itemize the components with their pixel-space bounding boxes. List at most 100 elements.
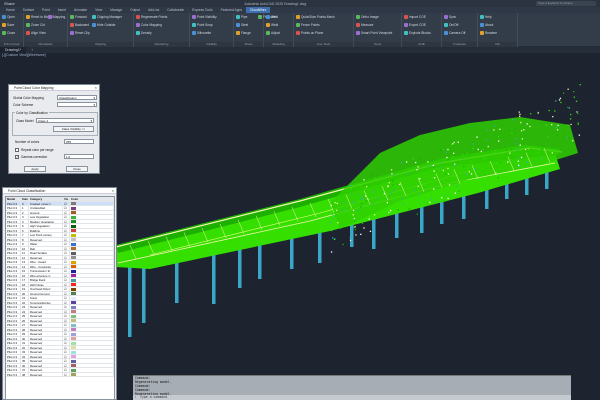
visibility-checkbox[interactable]: ☑ bbox=[63, 251, 70, 255]
close-button[interactable]: Close bbox=[66, 166, 88, 172]
ribbon-button-steel[interactable]: Steel bbox=[236, 23, 248, 27]
num-colors-input[interactable]: 255 bbox=[64, 139, 94, 144]
color-cell[interactable] bbox=[70, 345, 114, 349]
ribbon-button-flange[interactable]: Flange bbox=[236, 31, 251, 35]
ribbon-button-silhouette[interactable]: Silhouette bbox=[192, 31, 211, 35]
color-cell[interactable] bbox=[70, 305, 114, 309]
ribbon-button-weld[interactable]: Weld bbox=[266, 15, 278, 19]
color-cell[interactable] bbox=[70, 224, 114, 228]
ribbon-button-measure[interactable]: Measure bbox=[356, 23, 373, 27]
ribbon-button-point-visibility[interactable]: Point Visibility bbox=[192, 15, 217, 19]
visibility-checkbox[interactable]: ☑ bbox=[63, 260, 70, 264]
visibility-checkbox[interactable]: ☑ bbox=[63, 206, 70, 210]
ribbon-button-close[interactable]: Close bbox=[2, 31, 15, 35]
ribbon-button-zoom-cld[interactable]: Zoom Cld bbox=[26, 23, 45, 27]
visibility-checkbox[interactable]: ☑ bbox=[63, 300, 70, 304]
color-cell[interactable] bbox=[70, 291, 114, 295]
color-cell[interactable] bbox=[70, 233, 114, 237]
color-cell[interactable] bbox=[70, 228, 114, 232]
color-cell[interactable] bbox=[70, 341, 114, 345]
visibility-checkbox[interactable]: ☑ bbox=[63, 291, 70, 295]
ribbon-button-camera-off[interactable]: Camera Off bbox=[444, 31, 465, 35]
ribbon-button-mapping[interactable]: Mapping bbox=[48, 15, 65, 19]
color-cell[interactable] bbox=[70, 269, 114, 273]
visibility-checkbox[interactable]: ☑ bbox=[63, 372, 70, 376]
visibility-checkbox[interactable]: ☑ bbox=[63, 224, 70, 228]
visibility-checkbox[interactable]: ☑ bbox=[63, 336, 70, 340]
color-cell[interactable] bbox=[70, 264, 114, 268]
class-model-select[interactable]: Class 4 ▾ bbox=[36, 118, 94, 123]
class-visibility-button[interactable]: Class Visibility >> bbox=[53, 126, 94, 132]
ribbon-button-color-mapping[interactable]: Color Mapping bbox=[136, 23, 162, 27]
visibility-checkbox[interactable]: ☑ bbox=[63, 215, 70, 219]
ribbon-button-open[interactable]: Open bbox=[2, 15, 15, 19]
visibility-checkbox[interactable]: ☑ bbox=[63, 201, 70, 205]
ribbon-button-point-snap[interactable]: Point Snap bbox=[192, 23, 213, 27]
visibility-checkbox[interactable]: ☑ bbox=[63, 318, 70, 322]
color-cell[interactable] bbox=[70, 237, 114, 241]
color-cell[interactable] bbox=[70, 327, 114, 331]
visibility-checkbox[interactable]: ☑ bbox=[63, 327, 70, 331]
color-cell[interactable] bbox=[70, 359, 114, 363]
classification-table[interactable]: Model Index Category Vis Color Pilot 0.3 0 Crea… bbox=[5, 196, 115, 400]
visibility-checkbox[interactable]: ☑ bbox=[63, 278, 70, 282]
color-cell[interactable] bbox=[70, 219, 114, 223]
color-cell[interactable] bbox=[70, 210, 114, 214]
visibility-checkbox[interactable]: ☑ bbox=[63, 345, 70, 349]
color-cell[interactable] bbox=[70, 215, 114, 219]
ribbon-button-fence-points[interactable]: Fence Points bbox=[296, 23, 320, 27]
visibility-checkbox[interactable]: ☑ bbox=[63, 368, 70, 372]
color-cell[interactable] bbox=[70, 336, 114, 340]
ribbon-button-density[interactable]: Density bbox=[136, 31, 152, 35]
color-mapping-select[interactable]: Classification ▾ bbox=[57, 95, 97, 100]
ribbon-button-clipping-manager[interactable]: Clipping Manager bbox=[92, 15, 122, 19]
ribbon-button-points-on-plane[interactable]: Points on Plane bbox=[296, 31, 323, 35]
ribbon-button-about[interactable]: About bbox=[480, 23, 493, 27]
search-input[interactable]: Type a keyword or phrase bbox=[536, 1, 596, 6]
column-header[interactable]: Category bbox=[29, 197, 63, 201]
ribbon-button-on-off[interactable]: On/Off bbox=[444, 23, 458, 27]
visibility-checkbox[interactable]: ☑ bbox=[63, 287, 70, 291]
ribbon-button-sync[interactable]: Sync bbox=[444, 15, 456, 19]
visibility-checkbox[interactable]: ☑ bbox=[63, 309, 70, 313]
ribbon-button-pipe[interactable]: Pipe bbox=[236, 15, 247, 19]
ribbon-button-forward[interactable]: Forward bbox=[70, 15, 87, 19]
visibility-checkbox[interactable]: ☑ bbox=[63, 237, 70, 241]
color-cell[interactable] bbox=[70, 372, 114, 376]
ribbon-button-export-coe[interactable]: Export COE bbox=[404, 23, 426, 27]
column-header[interactable]: Index bbox=[21, 197, 29, 201]
share-label[interactable]: Share bbox=[4, 1, 15, 6]
visibility-checkbox[interactable]: ☑ bbox=[63, 255, 70, 259]
color-cell[interactable] bbox=[70, 246, 114, 250]
gamma-input[interactable]: 1.0 bbox=[64, 154, 94, 159]
visibility-checkbox[interactable]: ☑ bbox=[63, 233, 70, 237]
ribbon-button-backward[interactable]: Backward bbox=[70, 23, 89, 27]
visibility-checkbox[interactable]: ☑ bbox=[63, 354, 70, 358]
color-cell[interactable] bbox=[70, 287, 114, 291]
visibility-checkbox[interactable]: ☑ bbox=[63, 314, 70, 318]
ribbon-button-smart-point-viewpoint[interactable]: Smart Point Viewpoint bbox=[356, 31, 392, 35]
viewport-label[interactable]: [-][Custom View][Wireframe] bbox=[2, 53, 46, 57]
color-scheme-select[interactable]: ▾ bbox=[57, 102, 97, 107]
color-cell[interactable] bbox=[70, 332, 114, 336]
visibility-checkbox[interactable]: ☑ bbox=[63, 269, 70, 273]
ribbon-button-explode-blocks[interactable]: Explode Blocks bbox=[404, 31, 431, 35]
ribbon-button-regenerate-points[interactable]: Regenerate Points bbox=[136, 15, 167, 19]
color-cell[interactable] bbox=[70, 300, 114, 304]
color-cell[interactable] bbox=[70, 318, 114, 322]
color-cell[interactable] bbox=[70, 242, 114, 246]
visibility-checkbox[interactable]: ☑ bbox=[63, 305, 70, 309]
color-cell[interactable] bbox=[70, 368, 114, 372]
color-cell[interactable] bbox=[70, 363, 114, 367]
ribbon-button-reset-clip[interactable]: Reset Clip bbox=[70, 31, 90, 35]
color-cell[interactable] bbox=[70, 260, 114, 264]
repeat-checkbox[interactable] bbox=[15, 148, 19, 152]
color-cell[interactable] bbox=[70, 323, 114, 327]
ribbon-button-align-view[interactable]: Align View bbox=[26, 31, 46, 35]
ribbon-button-quickslice-points-mesh[interactable]: QuickSlice Points-Mesh bbox=[296, 15, 335, 19]
visibility-checkbox[interactable]: ☑ bbox=[63, 323, 70, 327]
color-cell[interactable] bbox=[70, 314, 114, 318]
color-cell[interactable] bbox=[70, 206, 114, 210]
color-cell[interactable] bbox=[70, 354, 114, 358]
visibility-checkbox[interactable]: ☑ bbox=[63, 246, 70, 250]
